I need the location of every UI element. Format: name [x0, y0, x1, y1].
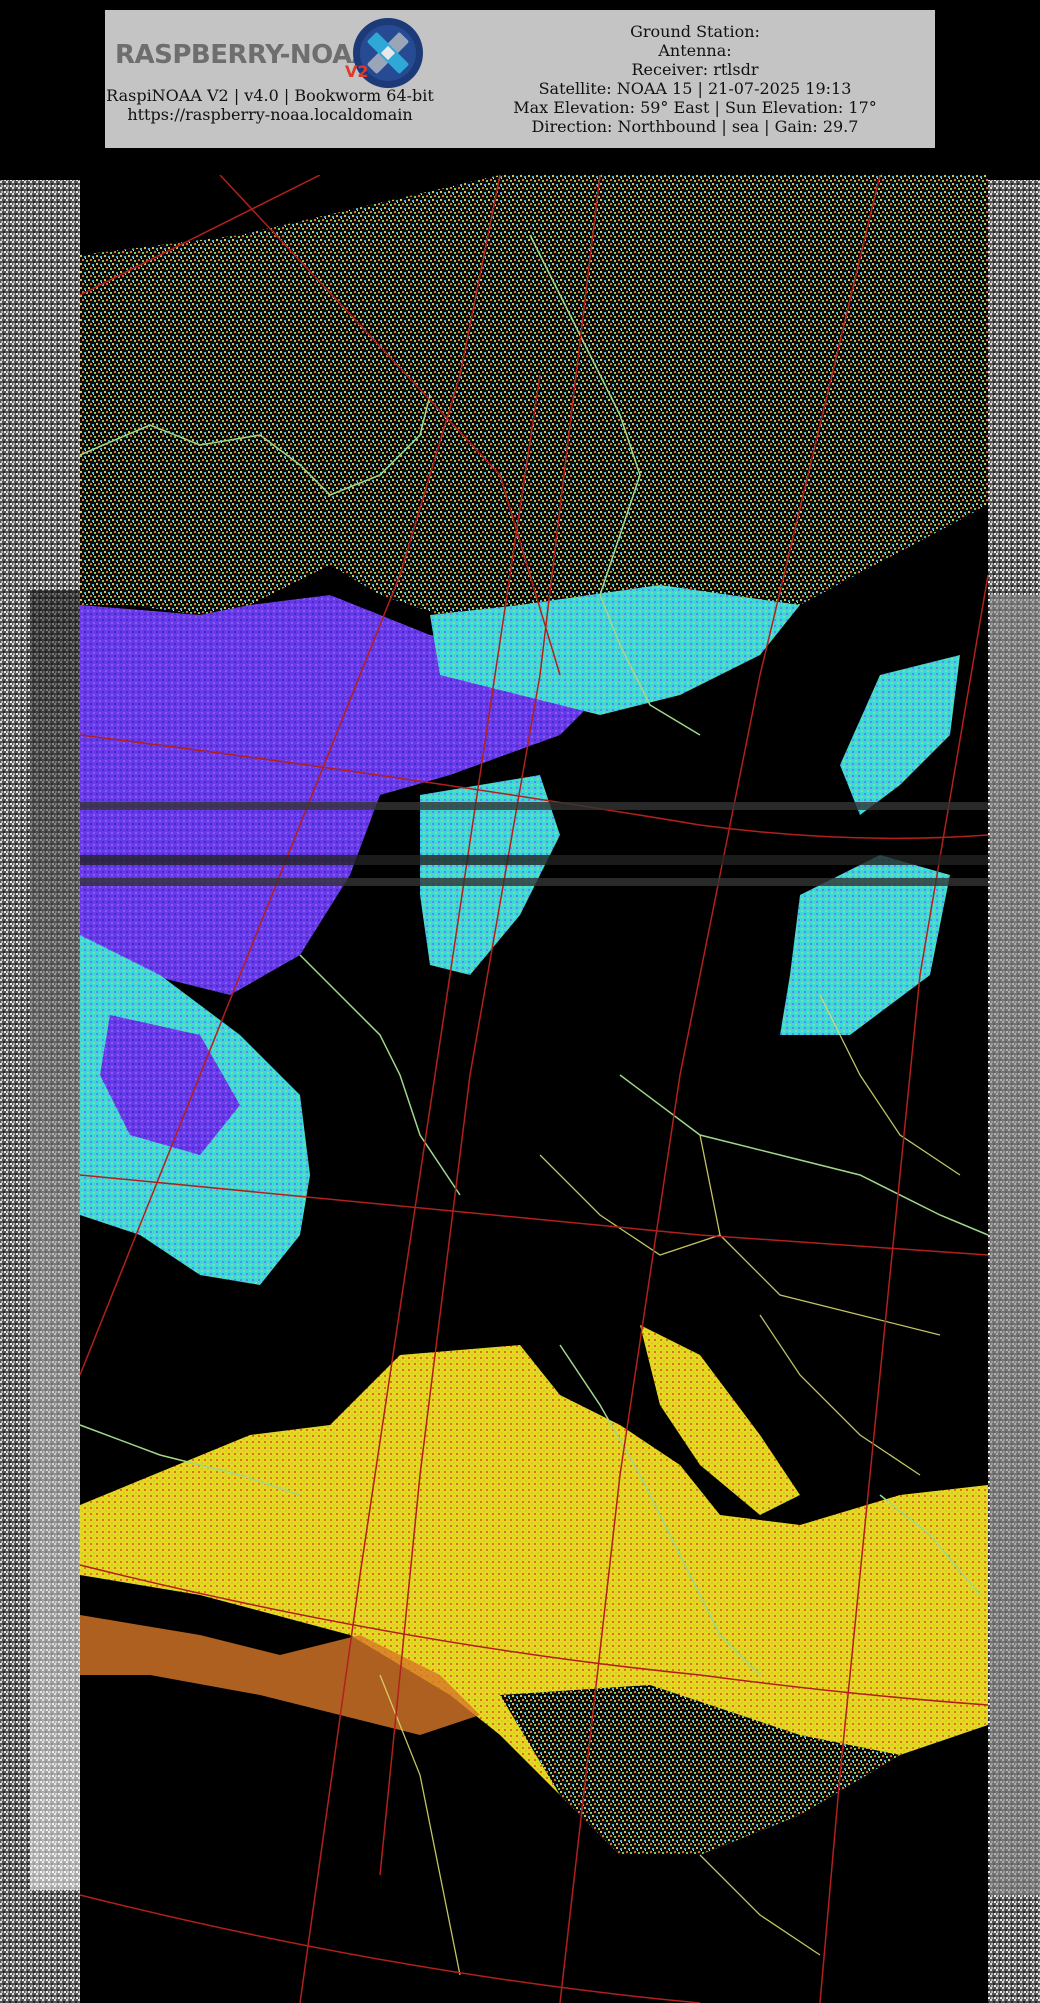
app-info: RaspiNOAA V2 | v4.0 | Bookworm 64-bit ht… [105, 86, 435, 124]
signal-dropout-bar-2 [80, 855, 988, 865]
left-calibration-wedges [30, 590, 80, 1890]
signal-dropout-bar-3 [80, 878, 988, 886]
signal-dropout-bar-1 [80, 802, 988, 810]
right-calibration-wedges [990, 595, 1040, 1895]
satellite-image [0, 175, 1040, 2003]
receiver-label: Receiver: rtlsdr [631, 60, 759, 79]
header-banner: RASPBERRY-NOAA V2 RaspiNOAA V2 | v4.0 | … [105, 10, 935, 148]
antenna-label: Antenna: [658, 41, 732, 60]
raspberry-noaa-logo: RASPBERRY-NOAA V2 [109, 14, 429, 94]
station-info-block: Ground Station: Antenna: Receiver: rtlsd… [460, 22, 930, 136]
app-version-line: RaspiNOAA V2 | v4.0 | Bookworm 64-bit [106, 86, 434, 105]
logo-version-badge: V2 [345, 62, 369, 81]
direction-label: Direction: Northbound | sea | Gain: 29.7 [531, 117, 859, 136]
logo-text: RASPBERRY-NOAA [115, 40, 372, 70]
ground-station-label: Ground Station: [630, 22, 760, 41]
satellite-image-canvas [0, 175, 1040, 2003]
satellite-label: Satellite: NOAA 15 | 21-07-2025 19:13 [538, 79, 852, 98]
elevation-label: Max Elevation: 59° East | Sun Elevation:… [513, 98, 877, 117]
site-url: https://raspberry-noaa.localdomain [127, 105, 413, 124]
